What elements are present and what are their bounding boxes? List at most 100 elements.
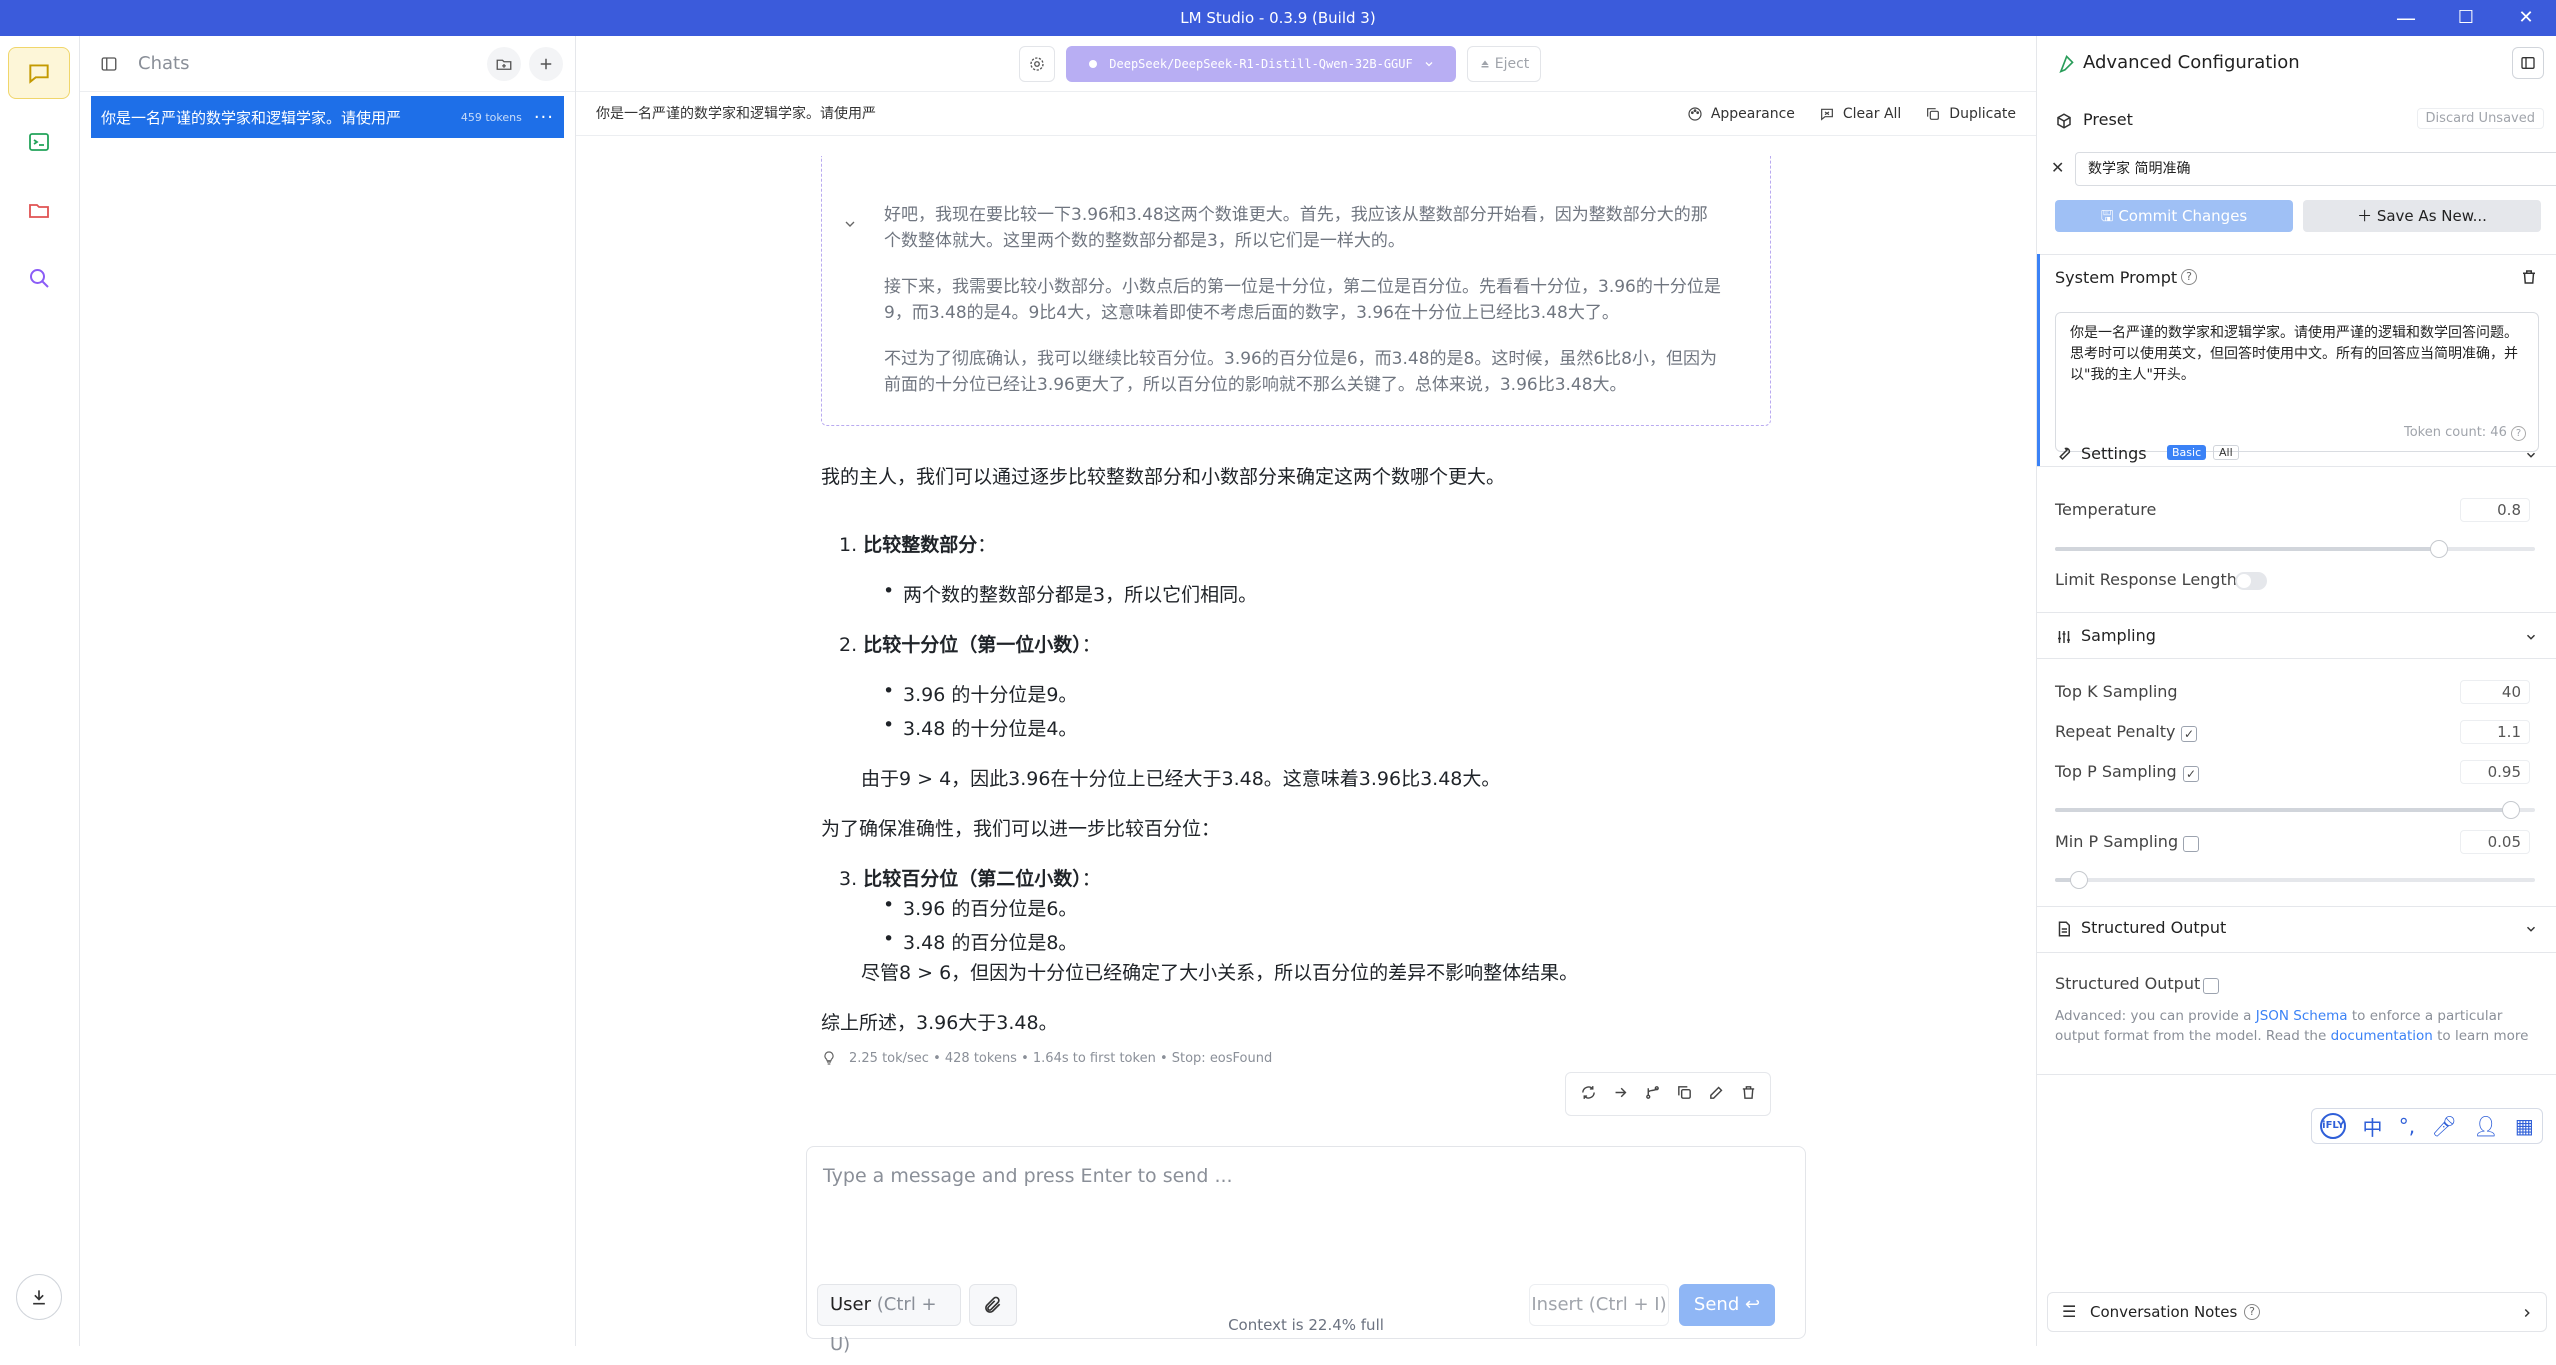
temperature-input[interactable]: 0.8 <box>2460 498 2530 522</box>
settings-section-title[interactable]: Settings <box>2081 444 2147 463</box>
json-schema-link[interactable]: JSON Schema <box>2256 1008 2348 1024</box>
sampling-section-title[interactable]: Sampling <box>2081 626 2156 645</box>
delete-button[interactable] <box>1740 1084 1757 1105</box>
system-prompt-input[interactable]: 你是一名严谨的数学家和逻辑学家。请使用严谨的逻辑和数学回答问题。思考时可以使用英… <box>2055 312 2539 452</box>
ifly-logo-icon[interactable]: iFLY <box>2320 1113 2347 1139</box>
ime-punctuation-icon[interactable]: °, <box>2399 1114 2415 1138</box>
documentation-link[interactable]: documentation <box>2331 1028 2433 1044</box>
conversation-notes-button[interactable]: ☰ Conversation Notes ? <box>2047 1292 2547 1332</box>
top-p-input[interactable]: 0.95 <box>2460 760 2530 784</box>
divider <box>2037 658 2556 659</box>
nav-developer-button[interactable] <box>8 116 70 168</box>
model-selector-button[interactable]: DeepSeek/DeepSeek-R1-Distill-Qwen-32B-GG… <box>1066 46 1456 82</box>
nav-models-button[interactable] <box>8 184 70 236</box>
conversation-notes-label: Conversation Notes <box>2090 1303 2238 1321</box>
discard-unsaved-button[interactable]: Discard Unsaved <box>2416 108 2544 129</box>
folder-icon <box>29 204 49 218</box>
top-p-slider[interactable] <box>2055 801 2535 819</box>
message-input[interactable]: Type a message and press Enter to send .… <box>823 1165 1233 1187</box>
chat-settings-button[interactable] <box>1019 46 1055 82</box>
thinking-paragraph: 不过为了彻底确认，我可以继续比较百分位。3.96的百分位是6，而3.48的是8。… <box>884 349 1717 395</box>
slider-handle[interactable] <box>2502 801 2520 819</box>
slider-handle[interactable] <box>2430 540 2448 558</box>
chat-title[interactable]: 你是一名严谨的数学家和逻辑学家。请使用严 <box>596 92 876 136</box>
branch-button[interactable] <box>1644 1084 1661 1105</box>
clear-all-button[interactable]: Clear All <box>1819 106 1901 122</box>
collapse-thinking-button[interactable] <box>842 216 858 236</box>
slider-handle[interactable] <box>2070 871 2088 889</box>
min-p-input[interactable]: 0.05 <box>2460 830 2530 854</box>
min-p-checkbox[interactable] <box>2183 836 2199 852</box>
answer-paragraph: 为了确保准确性，我们可以进一步比较百分位： <box>821 818 1221 840</box>
temperature-slider[interactable] <box>2055 540 2535 558</box>
chevron-down-icon[interactable] <box>2524 630 2538 644</box>
new-folder-button[interactable] <box>487 46 521 81</box>
lightbulb-icon <box>824 1051 834 1065</box>
commit-changes-button[interactable]: 🖫 Commit Changes <box>2055 200 2293 232</box>
preset-select[interactable]: 数学家 简明准确 <box>2075 152 2556 186</box>
help-icon[interactable]: ? <box>2511 426 2526 441</box>
help-icon[interactable]: ? <box>2244 1304 2260 1320</box>
chat-actions: Appearance Clear All Duplicate <box>1687 92 2016 136</box>
top-k-label: Top K Sampling <box>2055 682 2178 701</box>
sidebar-icon <box>101 56 117 71</box>
answer-bullet: 3.96 的十分位是9。 <box>883 680 1077 707</box>
tab-all[interactable]: All <box>2213 445 2239 460</box>
copy-button[interactable] <box>1676 1084 1693 1105</box>
limit-response-toggle[interactable] <box>2235 572 2267 590</box>
eject-button[interactable]: Eject <box>1467 46 1541 82</box>
chat-icon <box>29 64 49 84</box>
user-icon[interactable]: 👤︎ <box>2473 1114 2498 1138</box>
collapse-panel-button[interactable] <box>2512 47 2544 79</box>
nav-chat-button[interactable] <box>8 47 70 99</box>
download-icon <box>33 1290 45 1305</box>
help-text: to enforce a particular <box>2351 1008 2503 1024</box>
edit-button[interactable] <box>1708 1084 1725 1105</box>
save-as-new-button[interactable]: ＋ Save As New... <box>2303 200 2541 232</box>
nav-search-button[interactable] <box>8 252 70 304</box>
minimize-button[interactable]: — <box>2376 0 2436 36</box>
trash-icon[interactable] <box>2520 268 2538 286</box>
chevron-down-icon[interactable] <box>2524 922 2538 936</box>
clear-preset-icon[interactable]: ✕ <box>2051 158 2064 177</box>
tab-basic[interactable]: Basic <box>2167 445 2207 460</box>
preset-value: 数学家 简明准确 <box>2088 161 2191 177</box>
regenerate-button[interactable] <box>1580 1084 1597 1105</box>
advanced-config-panel: Advanced Configuration Preset Discard Un… <box>2036 36 2556 1346</box>
copy-icon <box>1677 1085 1691 1099</box>
maximize-button[interactable]: ☐ <box>2436 0 2496 36</box>
enter-icon: ↩ <box>1744 1294 1761 1315</box>
top-p-checkbox[interactable]: ✓ <box>2183 766 2199 782</box>
close-button[interactable]: ✕ <box>2496 0 2556 36</box>
cube-icon <box>2057 113 2071 129</box>
divider <box>2037 952 2556 953</box>
message-composer[interactable]: Type a message and press Enter to send .… <box>806 1146 1806 1355</box>
sliders-icon <box>2058 631 2070 643</box>
ime-language-button[interactable]: 中 <box>2362 1112 2382 1141</box>
duplicate-button[interactable]: Duplicate <box>1925 106 2016 122</box>
continue-button[interactable] <box>1612 1084 1629 1105</box>
copy-icon <box>1927 108 1940 120</box>
chat-list-item[interactable]: 你是一名严谨的数学家和逻辑学家。请使用严 459 tokens ··· <box>91 96 564 138</box>
more-options-icon[interactable]: ··· <box>534 107 554 128</box>
structured-output-checkbox[interactable] <box>2203 978 2219 994</box>
grid-icon[interactable]: ▦ <box>2515 1114 2534 1138</box>
microphone-icon[interactable]: 🎤︎ <box>2431 1114 2456 1138</box>
appearance-button[interactable]: Appearance <box>1687 106 1795 122</box>
repeat-penalty-checkbox[interactable]: ✓ <box>2181 726 2197 742</box>
downloads-button[interactable] <box>16 1274 62 1320</box>
new-chat-button[interactable] <box>529 46 563 81</box>
top-k-input[interactable]: 40 <box>2460 680 2530 704</box>
help-icon[interactable]: ? <box>2181 269 2197 285</box>
save-icon: 🖫 <box>2100 207 2119 225</box>
min-p-slider[interactable] <box>2055 871 2535 889</box>
slider-fill <box>2055 808 2511 812</box>
insert-shortcut: (Ctrl + I) <box>1588 1294 1667 1315</box>
toggle-sidebar-button[interactable] <box>92 47 126 81</box>
step-colon: ： <box>977 534 997 556</box>
structured-output-section-title[interactable]: Structured Output <box>2081 918 2226 937</box>
answer-bullet: 3.48 的十分位是4。 <box>883 714 1077 741</box>
repeat-penalty-input[interactable]: 1.1 <box>2460 720 2530 744</box>
section-indicator <box>2037 254 2040 466</box>
chevron-down-icon[interactable] <box>2524 448 2538 462</box>
